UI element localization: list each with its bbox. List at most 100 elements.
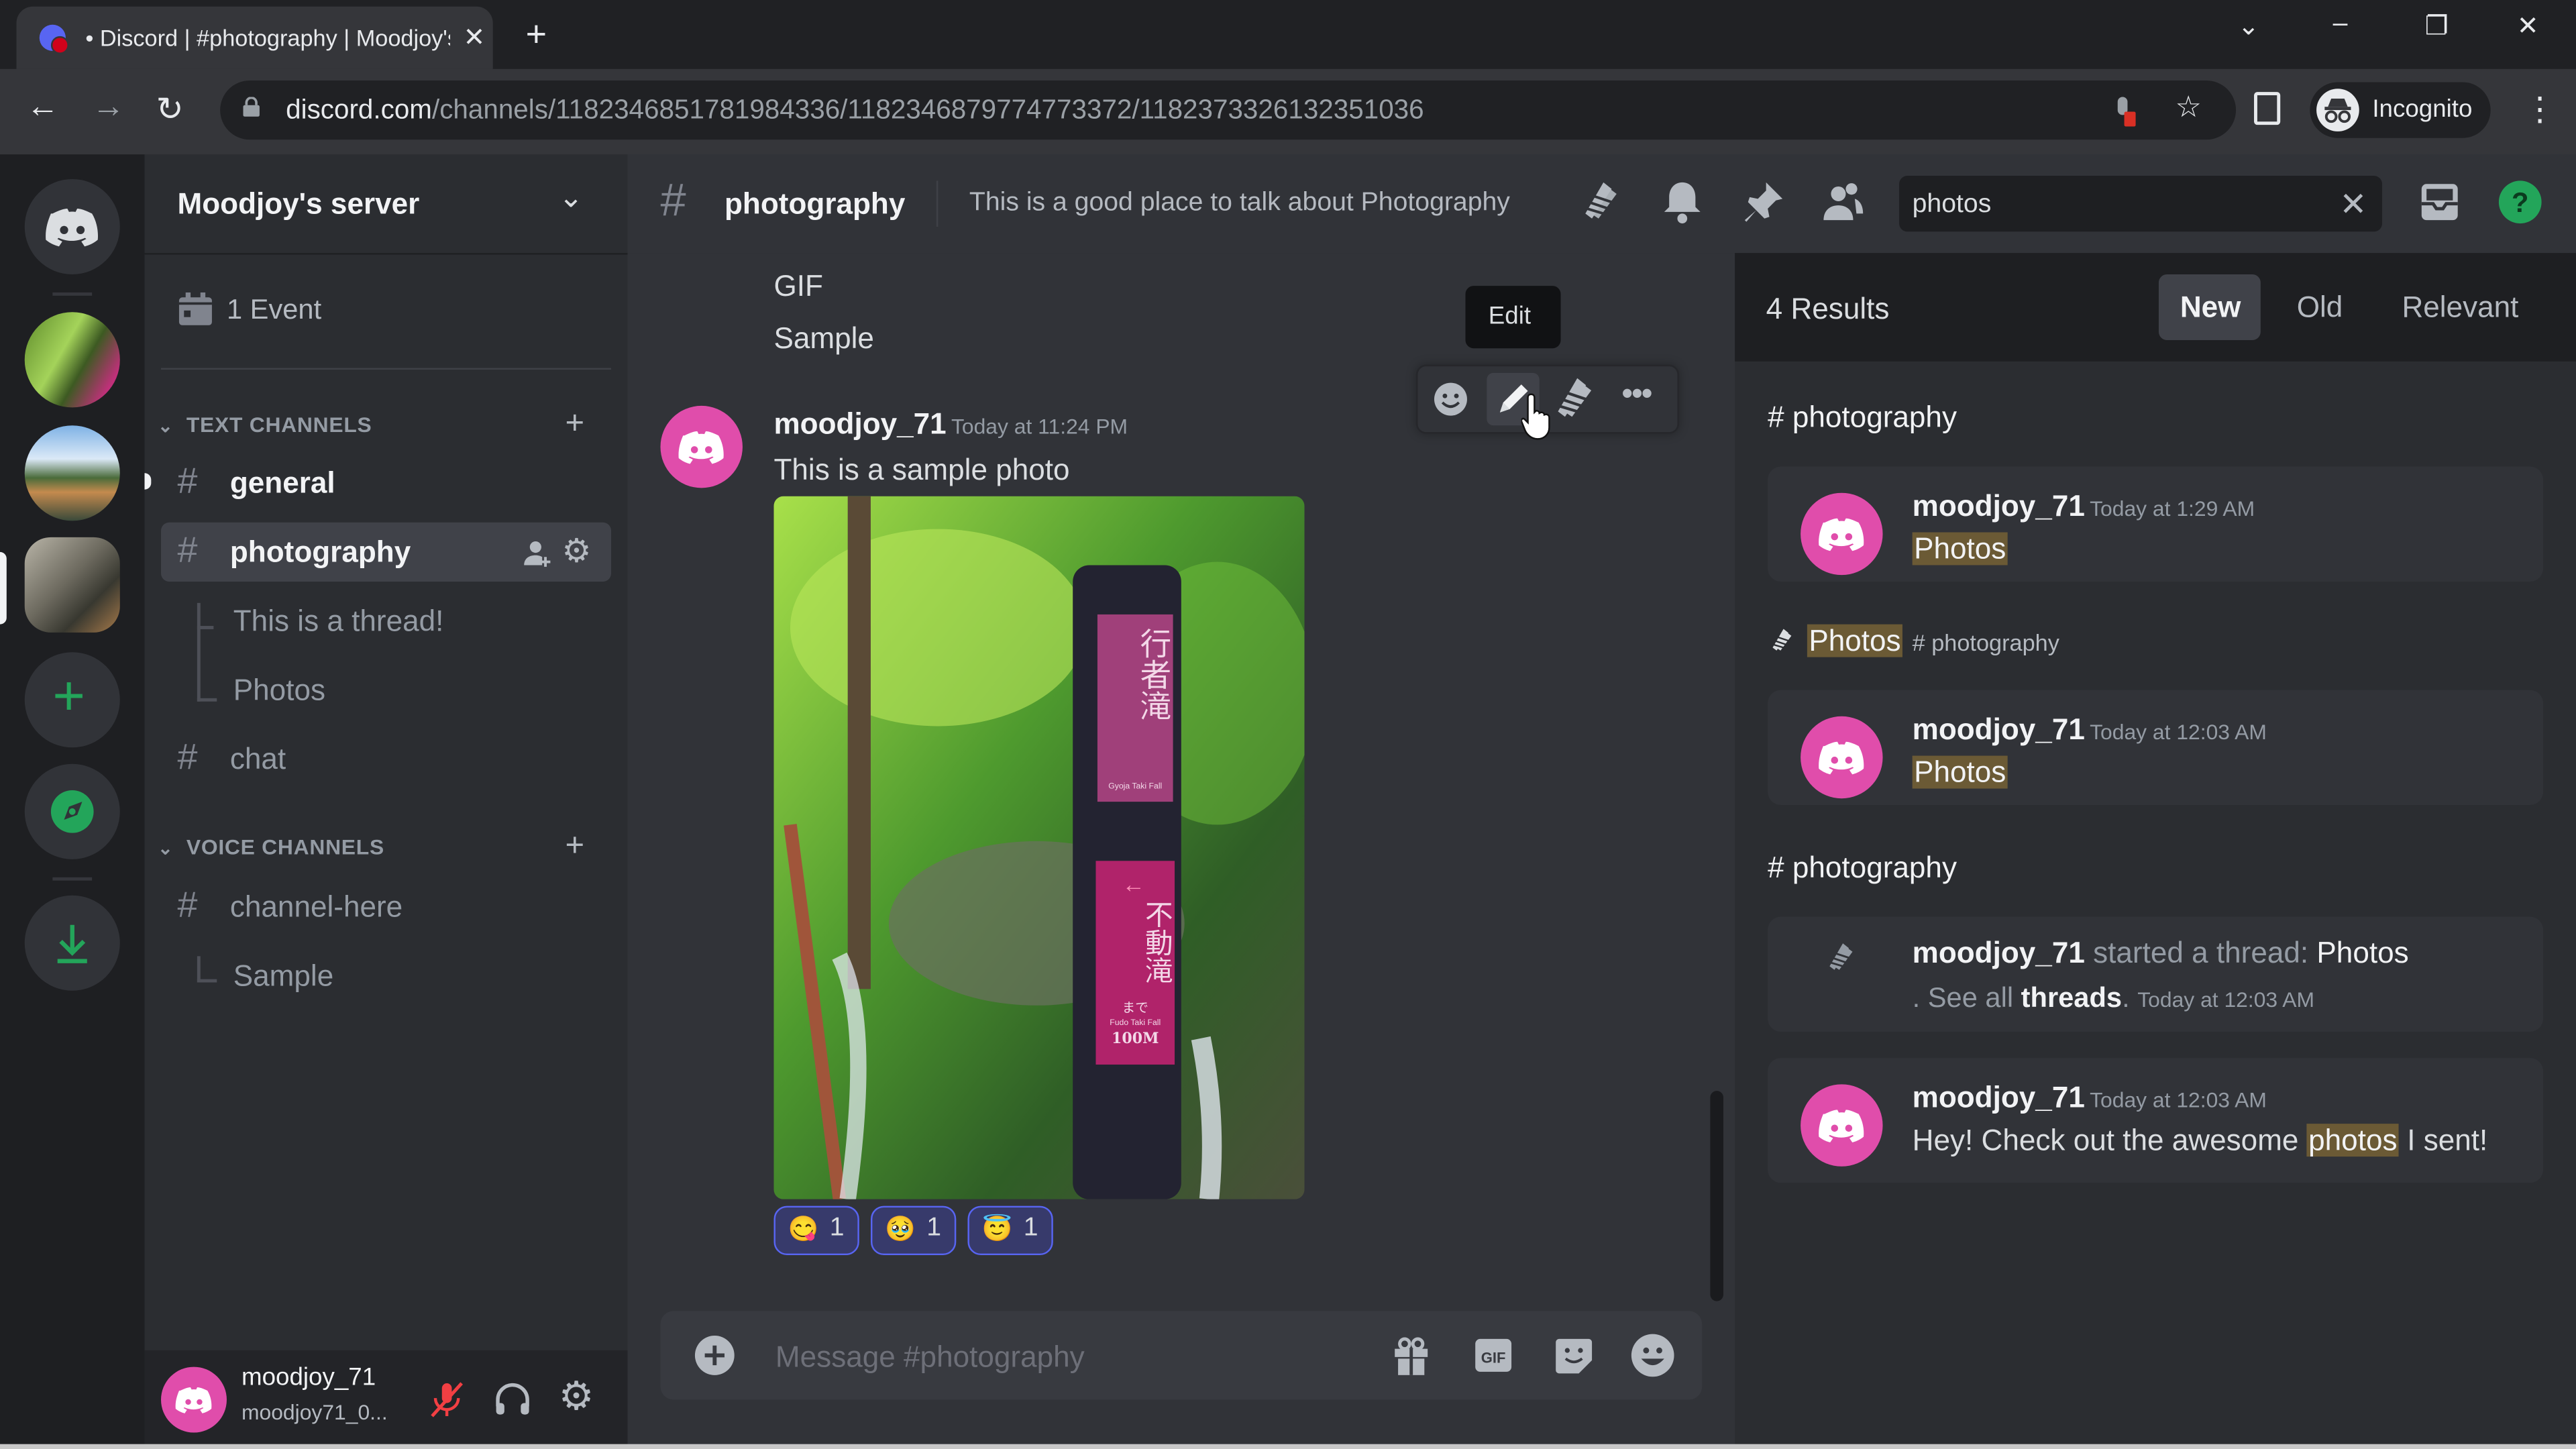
server-icon-waterfall[interactable] [24, 312, 120, 408]
new-tab-button[interactable]: + [526, 13, 547, 56]
selected-server-indicator [0, 551, 7, 625]
message-author[interactable]: moodjoy_71 [773, 407, 946, 441]
text-channel-icon: # [660, 174, 686, 225]
search-result[interactable]: moodjoy_71 Today at 12:03 AM Hey! Check … [1768, 1058, 2544, 1183]
search-result[interactable]: moodjoy_71 Today at 12:03 AM Photos [1768, 690, 2544, 806]
discord-logo-icon [1819, 741, 1864, 775]
add-server-button[interactable]: + [24, 652, 120, 748]
gif-picker-icon[interactable]: GIF [1472, 1334, 1515, 1377]
category-voice-channels[interactable]: ⌄ VOICE CHANNELS + [158, 828, 601, 864]
sort-tab-new[interactable]: New [2158, 274, 2261, 340]
gift-icon[interactable] [1390, 1334, 1433, 1377]
browser-toolbar: ← → ↻ discord.com/channels/1182346851781… [0, 68, 2576, 155]
channel-channel-here[interactable]: # channel-here [161, 877, 611, 936]
channel-topic[interactable]: This is a good place to talk about Photo… [969, 189, 1510, 219]
result-thread-header[interactable]: Photos # photography [1768, 621, 2425, 664]
server-icon-moodjoys-server[interactable] [24, 537, 120, 633]
channel-settings-gear-icon[interactable]: ⚙ [562, 531, 592, 572]
help-icon[interactable]: ? [2496, 177, 2544, 226]
create-channel-button[interactable]: + [565, 828, 584, 865]
clear-search-icon[interactable]: ✕ [2339, 184, 2367, 225]
see-all-threads-link[interactable]: threads [2021, 983, 2122, 1014]
sign-distance: 100M [1112, 1031, 1159, 1049]
pinned-messages-icon[interactable] [1738, 177, 1787, 226]
server-icon-temple[interactable] [24, 425, 120, 521]
sort-tab-old[interactable]: Old [2284, 274, 2356, 340]
search-result-system[interactable]: moodjoy_71 started a thread: Photos . Se… [1768, 916, 2544, 1032]
result-channel-header[interactable]: # photography [1768, 851, 1957, 885]
chat-scrollbar[interactable] [1710, 1091, 1724, 1301]
reaction-emoji: 😇 [981, 1216, 1013, 1244]
see-all-prefix: . See all [1912, 982, 2021, 1014]
mic-blocked-icon[interactable] [2112, 97, 2136, 127]
create-invite-icon[interactable] [523, 539, 552, 568]
thread-link[interactable]: Photos [2316, 936, 2408, 969]
incognito-badge[interactable]: Incognito [2310, 82, 2491, 138]
more-options-button[interactable]: ••• [1611, 373, 1664, 425]
direct-messages-home-button[interactable] [24, 178, 120, 274]
bookmark-star-icon[interactable]: ☆ [2175, 91, 2202, 125]
threads-icon[interactable] [1577, 177, 1626, 226]
user-settings-gear-icon[interactable]: ⚙ [559, 1373, 594, 1421]
thread-item[interactable]: Sample [161, 947, 611, 1006]
upload-plus-icon[interactable] [693, 1334, 736, 1377]
side-panel-icon[interactable] [2254, 92, 2281, 125]
message-avatar[interactable] [660, 405, 743, 488]
emoji-picker-icon[interactable] [1629, 1332, 1676, 1379]
create-thread-button[interactable] [1549, 373, 1601, 425]
headphones-icon[interactable] [493, 1380, 533, 1419]
search-input[interactable] [1909, 176, 2326, 235]
message-input[interactable] [772, 1311, 1371, 1403]
create-channel-button[interactable]: + [565, 406, 584, 443]
explore-servers-button[interactable] [24, 763, 120, 859]
inbox-icon[interactable] [2415, 177, 2464, 226]
events-button[interactable]: 1 Event [177, 286, 604, 335]
user-panel: moodjoy_71 moodjoy71_0... ⚙ [144, 1350, 628, 1449]
server-header[interactable]: Moodjoy's server ⌄ [144, 154, 628, 255]
close-tab-icon[interactable]: ✕ [464, 21, 486, 54]
member-list-icon[interactable] [1819, 177, 1868, 226]
search-highlight: Photos [1807, 624, 1903, 657]
chevron-down-icon[interactable]: ⌄ [559, 180, 584, 215]
restore-window-button[interactable]: ❐ [2425, 10, 2449, 43]
thread-item[interactable]: Photos [161, 660, 611, 719]
browser-menu-icon[interactable]: ⋮ [2524, 89, 2557, 129]
notification-bell-icon[interactable] [1658, 177, 1707, 226]
result-channel-header[interactable]: # photography [1768, 401, 1957, 435]
plus-icon: + [52, 665, 86, 728]
minimize-window-button[interactable]: – [2333, 10, 2348, 40]
search-bar[interactable]: ✕ [1899, 176, 2383, 235]
result-text-before: Hey! Check out the awesome [1912, 1124, 2307, 1157]
close-window-button[interactable]: ✕ [2517, 10, 2539, 43]
reload-button[interactable]: ↻ [156, 89, 184, 129]
text-channel-icon: # [177, 529, 198, 570]
reaction-button[interactable]: 🥹 1 [870, 1205, 957, 1256]
result-author: moodjoy_71 [1912, 712, 2085, 746]
back-button[interactable]: ← [26, 89, 59, 126]
channel-photography[interactable]: # photography ⚙ [161, 522, 612, 582]
sort-tab-relevant[interactable]: Relevant [2389, 274, 2534, 340]
forward-button[interactable]: → [92, 89, 125, 126]
category-text-channels[interactable]: ⌄ TEXT CHANNELS + [158, 406, 601, 442]
reaction-button[interactable]: 😇 1 [967, 1205, 1053, 1256]
image-attachment[interactable]: 行者滝 Gyoja Taki Fall ← 不動滝 まで Fudo Taki F… [773, 496, 1305, 1199]
download-apps-button[interactable] [24, 895, 120, 991]
hand-cursor-icon [1521, 393, 1550, 440]
browser-tab[interactable]: • Discord | #photography | Moodjoy's ser… [16, 6, 493, 69]
server-name: Moodjoy's server [177, 187, 420, 221]
username: moodjoy_71 [241, 1363, 376, 1392]
sidebar-divider [161, 368, 612, 370]
ellipsis-icon: ••• [1621, 376, 1653, 413]
thread-item[interactable]: This is a thread! [161, 592, 611, 651]
channel-chat[interactable]: # chat [161, 729, 611, 788]
channel-general[interactable]: # general [161, 453, 611, 513]
channel-name: channel-here [229, 890, 403, 924]
sticker-icon[interactable] [1552, 1334, 1595, 1377]
address-bar[interactable]: discord.com/channels/1182346851781984336… [220, 80, 2237, 140]
tab-search-chevron-icon[interactable]: ⌄ [2238, 10, 2260, 43]
microphone-muted-icon[interactable] [427, 1380, 467, 1419]
reaction-button[interactable]: 😋 1 [773, 1205, 859, 1256]
search-result[interactable]: moodjoy_71 Today at 1:29 AM Photos [1768, 466, 2544, 582]
add-reaction-button[interactable] [1424, 373, 1477, 425]
user-avatar[interactable] [161, 1366, 227, 1433]
